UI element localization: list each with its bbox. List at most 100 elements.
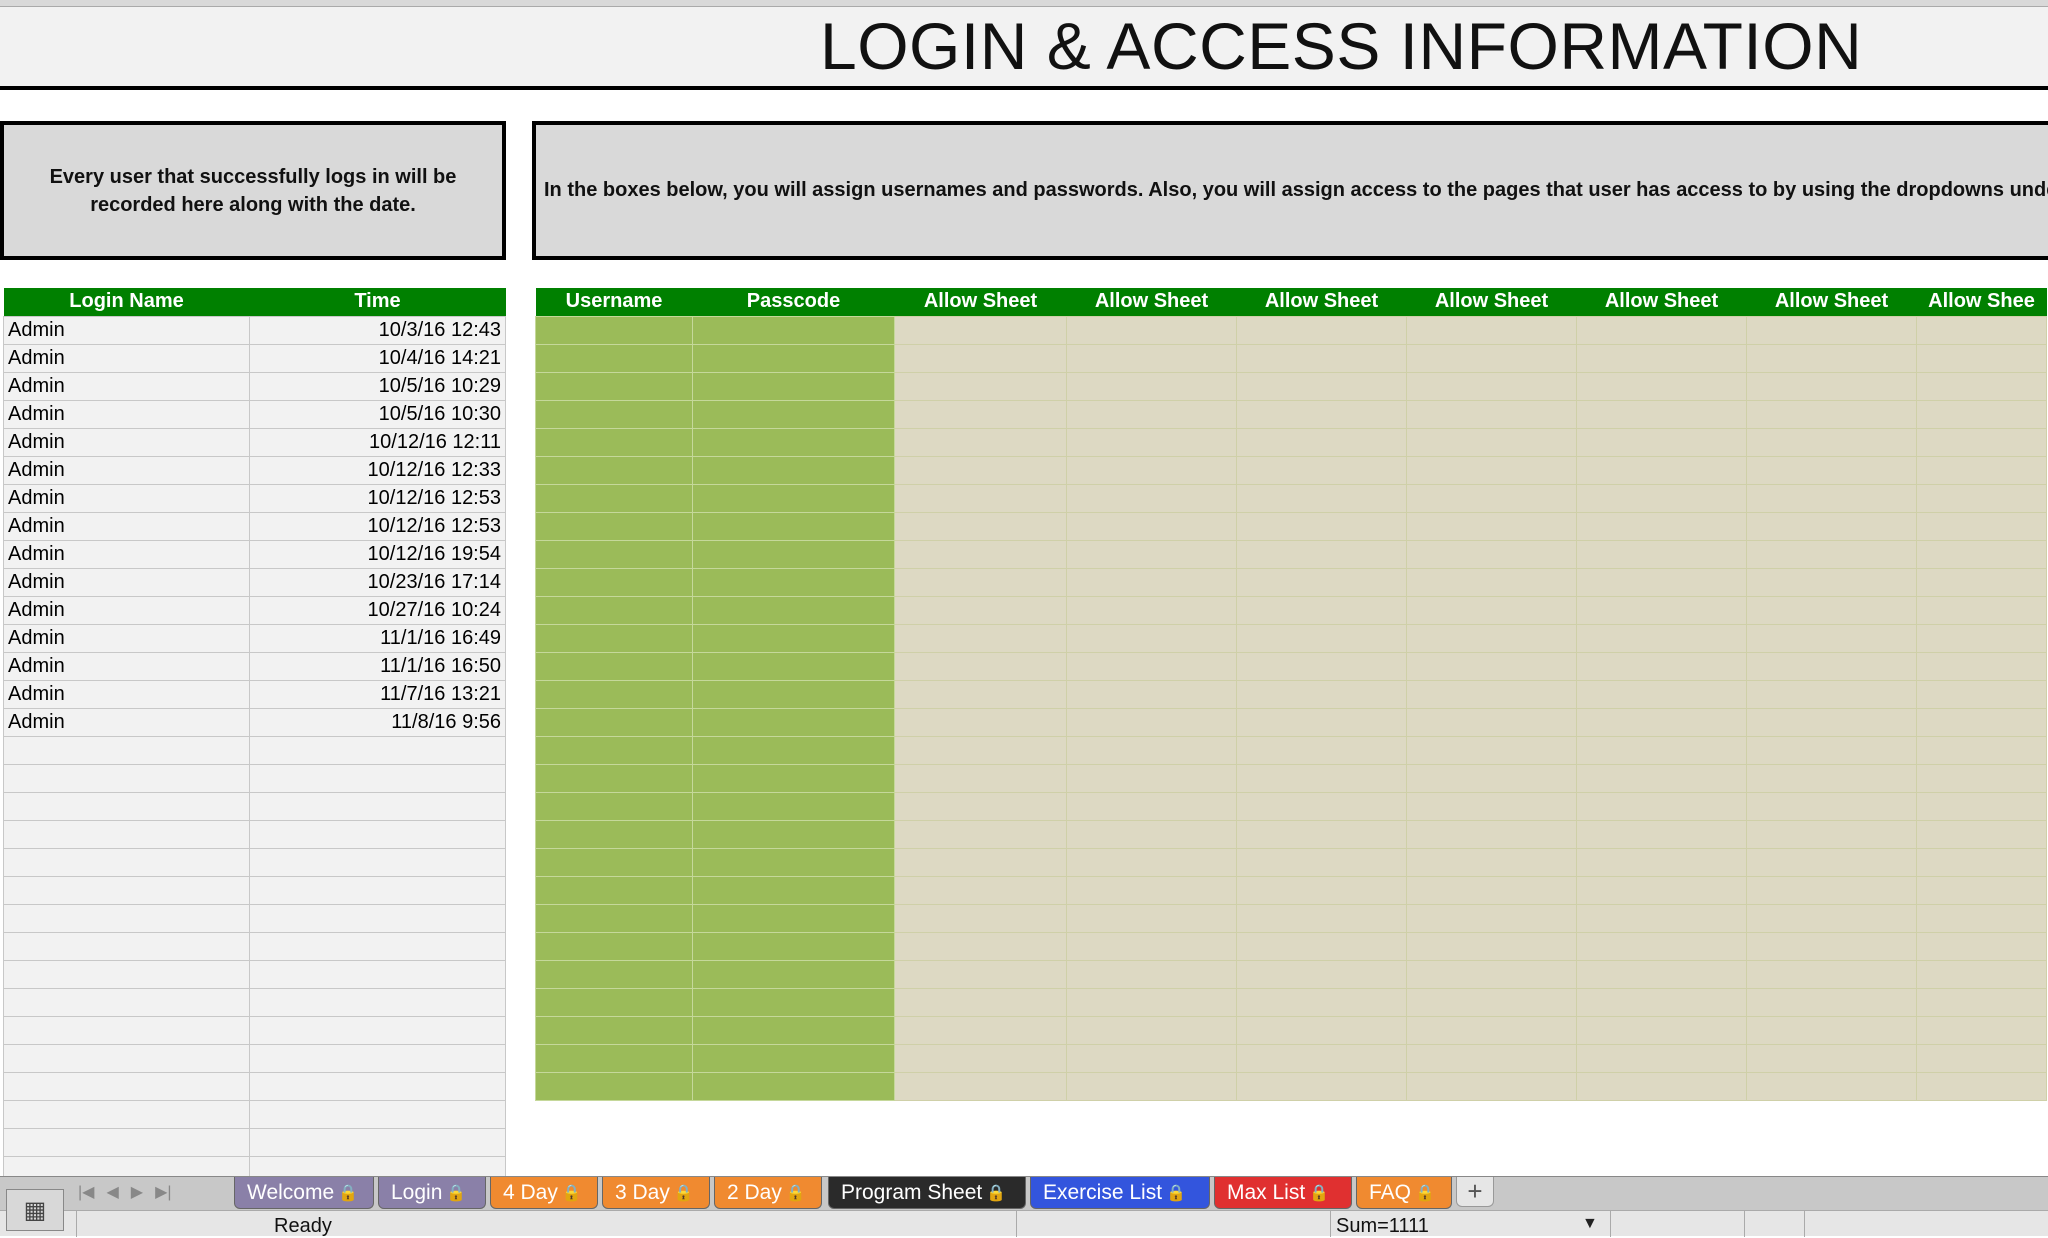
time-cell[interactable]: 11/1/16 16:50 — [249, 651, 506, 681]
allow-sheet-cell[interactable] — [1576, 931, 1747, 961]
allow-sheet-cell[interactable] — [1406, 371, 1577, 401]
allow-sheet-cell[interactable] — [1236, 315, 1407, 345]
allow-sheet-cell[interactable] — [1066, 483, 1237, 513]
login-name-cell[interactable]: Admin — [3, 399, 250, 429]
login-name-cell[interactable] — [3, 735, 250, 765]
allow-sheet-cell[interactable] — [894, 931, 1067, 961]
username-cell[interactable] — [535, 623, 693, 653]
time-cell[interactable] — [249, 959, 506, 989]
allow-sheet-cell[interactable] — [1406, 847, 1577, 877]
allow-sheet-cell[interactable] — [894, 315, 1067, 345]
passcode-cell[interactable] — [692, 763, 895, 793]
allow-sheet-cell[interactable] — [1746, 1071, 1917, 1101]
allow-sheet-cell[interactable] — [894, 427, 1067, 457]
allow-sheet-cell[interactable] — [1406, 315, 1577, 345]
allow-sheet-cell[interactable] — [1746, 959, 1917, 989]
allow-sheet-cell[interactable] — [1576, 623, 1747, 653]
time-cell[interactable] — [249, 735, 506, 765]
username-cell[interactable] — [535, 483, 693, 513]
allow-sheet-cell[interactable] — [894, 651, 1067, 681]
allow-sheet-cell[interactable] — [1746, 791, 1917, 821]
allow-sheet-cell[interactable] — [1916, 875, 2047, 905]
login-name-cell[interactable]: Admin — [3, 539, 250, 569]
allow-sheet-cell[interactable] — [1746, 595, 1917, 625]
login-name-cell[interactable]: Admin — [3, 679, 250, 709]
allow-sheet-cell[interactable] — [1916, 959, 2047, 989]
allow-sheet-cell[interactable] — [1576, 455, 1747, 485]
allow-sheet-cell[interactable] — [894, 1071, 1067, 1101]
allow-sheet-cell[interactable] — [1576, 707, 1747, 737]
time-cell[interactable]: 10/12/16 12:53 — [249, 511, 506, 541]
username-cell[interactable] — [535, 763, 693, 793]
allow-sheet-cell[interactable] — [1406, 567, 1577, 597]
allow-sheet-cell[interactable] — [1576, 735, 1747, 765]
login-name-cell[interactable]: Admin — [3, 651, 250, 681]
passcode-cell[interactable] — [692, 539, 895, 569]
allow-sheet-cell[interactable] — [894, 875, 1067, 905]
allow-sheet-cell[interactable] — [1916, 539, 2047, 569]
allow-sheet-cell[interactable] — [1236, 987, 1407, 1017]
login-name-cell[interactable] — [3, 1015, 250, 1045]
allow-sheet-cell[interactable] — [1916, 511, 2047, 541]
time-cell[interactable]: 10/23/16 17:14 — [249, 567, 506, 597]
login-name-cell[interactable]: Admin — [3, 623, 250, 653]
allow-sheet-cell[interactable] — [1236, 679, 1407, 709]
username-cell[interactable] — [535, 315, 693, 345]
allow-sheet-cell[interactable] — [894, 1043, 1067, 1073]
time-cell[interactable] — [249, 763, 506, 793]
allow-sheet-cell[interactable] — [1406, 427, 1577, 457]
login-name-cell[interactable] — [3, 959, 250, 989]
allow-sheet-cell[interactable] — [1066, 427, 1237, 457]
username-cell[interactable] — [535, 371, 693, 401]
allow-sheet-cell[interactable] — [1066, 959, 1237, 989]
allow-sheet-cell[interactable] — [894, 539, 1067, 569]
allow-sheet-cell[interactable] — [1236, 371, 1407, 401]
passcode-cell[interactable] — [692, 651, 895, 681]
allow-sheet-cell[interactable] — [1576, 371, 1747, 401]
allow-sheet-cell[interactable] — [1916, 623, 2047, 653]
allow-sheet-cell[interactable] — [1236, 707, 1407, 737]
allow-sheet-cell[interactable] — [1576, 875, 1747, 905]
allow-sheet-cell[interactable] — [1066, 315, 1237, 345]
allow-sheet-cell[interactable] — [1236, 1071, 1407, 1101]
allow-sheet-cell[interactable] — [1576, 651, 1747, 681]
username-cell[interactable] — [535, 567, 693, 597]
allow-sheet-cell[interactable] — [1236, 567, 1407, 597]
allow-sheet-cell[interactable] — [1236, 399, 1407, 429]
allow-sheet-cell[interactable] — [1066, 371, 1237, 401]
login-name-cell[interactable]: Admin — [3, 315, 250, 345]
allow-sheet-cell[interactable] — [1406, 651, 1577, 681]
username-cell[interactable] — [535, 819, 693, 849]
sheet-tab-max-list[interactable]: Max List 🔒 — [1214, 1177, 1352, 1209]
allow-sheet-cell[interactable] — [1236, 427, 1407, 457]
allow-sheet-cell[interactable] — [1066, 1071, 1237, 1101]
allow-sheet-cell[interactable] — [894, 735, 1067, 765]
allow-sheet-cell[interactable] — [894, 707, 1067, 737]
username-cell[interactable] — [535, 791, 693, 821]
allow-sheet-cell[interactable] — [1236, 455, 1407, 485]
time-cell[interactable]: 10/12/16 19:54 — [249, 539, 506, 569]
login-name-cell[interactable] — [3, 1127, 250, 1157]
allow-sheet-cell[interactable] — [1236, 903, 1407, 933]
login-name-cell[interactable] — [3, 875, 250, 905]
allow-sheet-cell[interactable] — [1576, 343, 1747, 373]
allow-sheet-cell[interactable] — [1406, 511, 1577, 541]
allow-sheet-cell[interactable] — [1576, 1015, 1747, 1045]
allow-sheet-cell[interactable] — [1746, 875, 1917, 905]
allow-sheet-cell[interactable] — [894, 679, 1067, 709]
allow-sheet-cell[interactable] — [1746, 427, 1917, 457]
time-cell[interactable]: 10/5/16 10:29 — [249, 371, 506, 401]
time-cell[interactable] — [249, 791, 506, 821]
allow-sheet-cell[interactable] — [1916, 651, 2047, 681]
allow-sheet-cell[interactable] — [1066, 791, 1237, 821]
allow-sheet-cell[interactable] — [1576, 399, 1747, 429]
allow-sheet-cell[interactable] — [1576, 315, 1747, 345]
allow-sheet-cell[interactable] — [1406, 595, 1577, 625]
allow-sheet-cell[interactable] — [1916, 567, 2047, 597]
sheet-tab-4-day[interactable]: 4 Day 🔒 — [490, 1177, 598, 1209]
allow-sheet-cell[interactable] — [1576, 483, 1747, 513]
passcode-cell[interactable] — [692, 315, 895, 345]
allow-sheet-cell[interactable] — [1746, 987, 1917, 1017]
allow-sheet-cell[interactable] — [1746, 931, 1917, 961]
last-sheet-icon[interactable]: ▶| — [155, 1182, 171, 1202]
